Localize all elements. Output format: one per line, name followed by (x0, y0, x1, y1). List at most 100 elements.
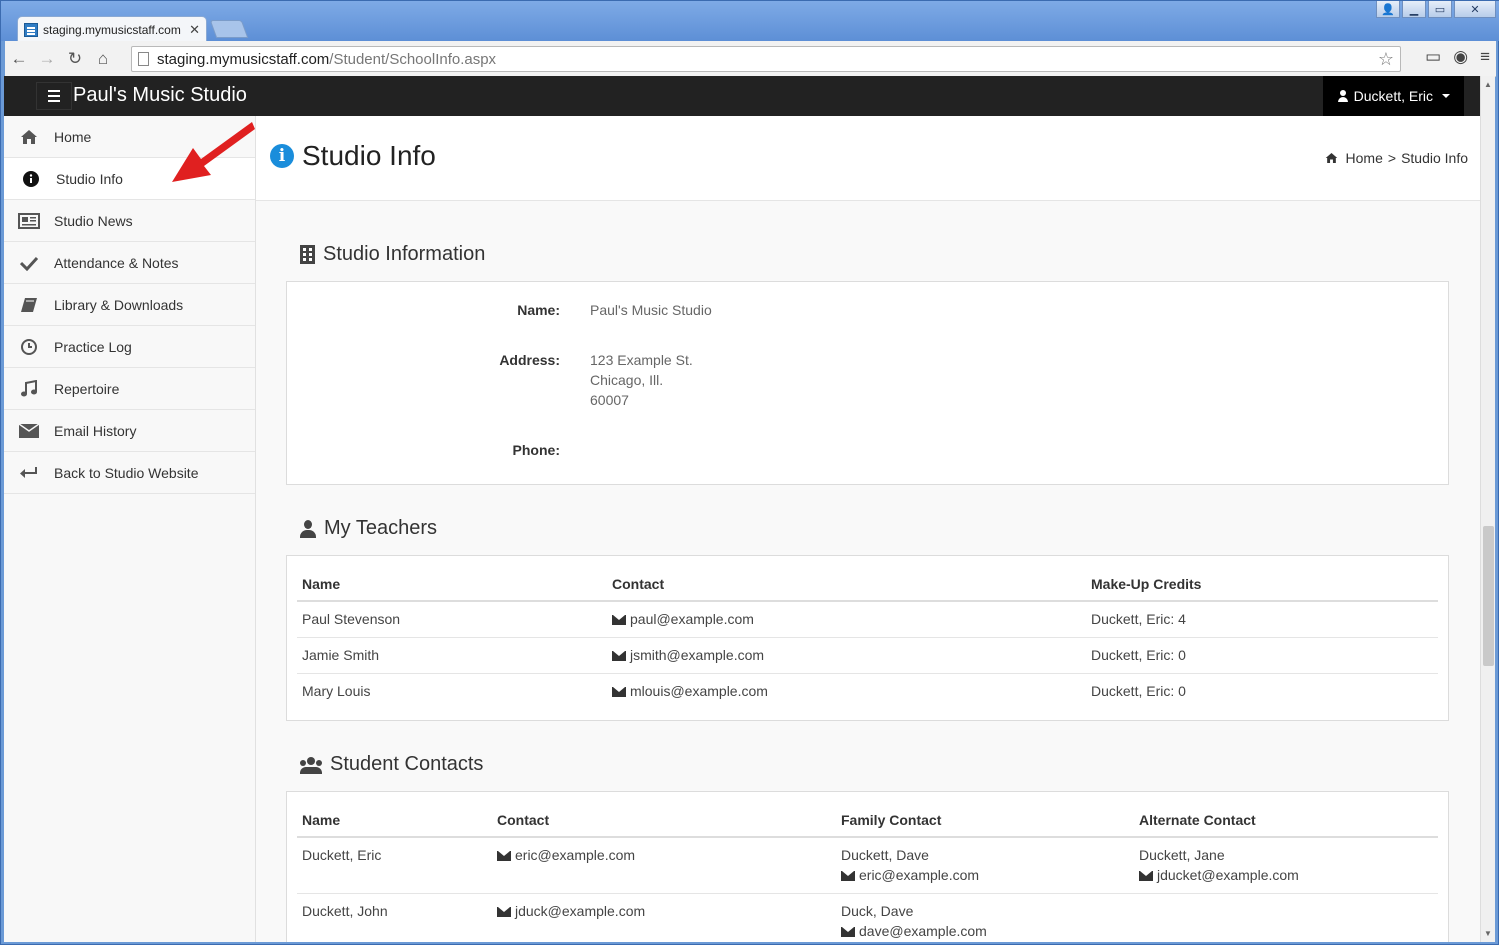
studio-information-panel: Name: Paul's Music Studio Address: 123 E… (286, 281, 1449, 485)
alternate-contact-cell: Duckett, Jane jducket@example.com (1134, 837, 1438, 894)
envelope-icon (497, 907, 511, 917)
page-title-text: Studio Info (302, 140, 436, 171)
student-contacts-heading: Student Contacts (300, 753, 483, 776)
address-line-1: 123 Example St. (590, 352, 693, 368)
sidebar-item-back-to-website[interactable]: Back to Studio Website (4, 452, 255, 494)
top-navbar: Paul's Music Studio Duckett, Eric (4, 76, 1480, 116)
teacher-name: Paul Stevenson (297, 601, 607, 638)
page-title: i Studio Info (270, 140, 436, 172)
sidebar-item-label: Studio News (54, 212, 133, 229)
address-line-2: Chicago, Ill. (590, 372, 664, 388)
sidebar-item-repertoire[interactable]: Repertoire (4, 368, 255, 410)
contact-email-cell: jduck@example.com (492, 893, 836, 942)
sidebar-item-label: Attendance & Notes (54, 254, 179, 271)
sidebar-item-label: Email History (54, 422, 137, 439)
teachers-table: Name Contact Make-Up Credits Paul Steven… (297, 568, 1438, 709)
cast-icon[interactable]: ▭ (1425, 47, 1441, 67)
contact-email-cell: eric@example.com (492, 837, 836, 894)
minimize-button[interactable]: ▁ (1402, 1, 1426, 18)
new-tab-button[interactable] (209, 20, 249, 38)
page-header: i Studio Info Home > Studio Info (256, 116, 1480, 201)
alternate-contact-name: Duckett, Jane (1139, 847, 1225, 863)
alternate-contact-cell (1134, 893, 1438, 942)
family-contact-email-link[interactable]: eric@example.com (859, 867, 979, 883)
incognito-icon[interactable]: ◉ (1453, 47, 1468, 67)
clock-icon (18, 338, 40, 356)
tab-close-icon[interactable]: ✕ (189, 22, 200, 38)
tab-title: staging.mymusicstaff.com (43, 22, 181, 37)
teacher-email-link[interactable]: paul@example.com (630, 611, 754, 627)
my-teachers-heading: My Teachers (300, 517, 437, 540)
sidebar-item-studio-news[interactable]: Studio News (4, 200, 255, 242)
checkmark-icon (18, 254, 40, 272)
contacts-col-alternate: Alternate Contact (1134, 804, 1438, 838)
sidebar-item-email-history[interactable]: Email History (4, 410, 255, 452)
book-icon (18, 296, 40, 314)
caret-down-icon (1442, 94, 1450, 98)
address-line-3: 60007 (590, 392, 629, 408)
page-scrollbar[interactable]: ▲ ▼ (1480, 76, 1495, 942)
scroll-up-arrow-icon[interactable]: ▲ (1484, 80, 1492, 89)
group-icon (300, 756, 322, 774)
alternate-contact-email-link[interactable]: jducket@example.com (1157, 867, 1299, 883)
teachers-col-contact: Contact (607, 568, 1086, 602)
sidebar-item-practice-log[interactable]: Practice Log (4, 326, 255, 368)
table-row: Jamie Smith jsmith@example.com Duckett, … (297, 637, 1438, 674)
user-menu-button[interactable]: Duckett, Eric (1322, 76, 1464, 116)
contact-name: Duckett, Eric (297, 837, 492, 894)
table-row: Duckett, John jduck@example.com Duck, Da… (297, 893, 1438, 942)
student-contacts-heading-text: Student Contacts (330, 753, 484, 775)
bookmark-star-icon[interactable]: ☆ (1378, 49, 1394, 70)
menu-icon[interactable]: ≡ (1480, 47, 1490, 67)
window-controls: 👤 ▁ ▭ ✕ (1376, 1, 1496, 18)
brand-title[interactable]: Paul's Music Studio (73, 84, 247, 107)
family-contact-name: Duck, Dave (841, 903, 914, 919)
sidebar-item-label: Back to Studio Website (54, 464, 199, 481)
family-contact-email-link[interactable]: dave@example.com (859, 923, 987, 939)
user-icon (1337, 90, 1349, 102)
contact-name: Duckett, John (297, 893, 492, 942)
teacher-credits: Duckett, Eric: 0 (1091, 683, 1186, 699)
table-row: Paul Stevenson paul@example.com Duckett,… (297, 601, 1438, 638)
home-button-icon[interactable]: ⌂ (89, 49, 117, 69)
breadcrumb-home-link[interactable]: Home (1346, 150, 1383, 166)
table-row: Duckett, Eric eric@example.com Duckett, … (297, 837, 1438, 894)
studio-information-heading-text: Studio Information (323, 243, 486, 265)
music-note-icon (18, 379, 40, 398)
reload-icon[interactable]: ↻ (61, 49, 89, 69)
scrollbar-thumb[interactable] (1483, 526, 1494, 666)
contact-email-link[interactable]: jduck@example.com (515, 903, 645, 919)
hamburger-menu-icon[interactable] (36, 82, 72, 110)
teacher-contact: jsmith@example.com (607, 637, 1086, 674)
breadcrumb-home-icon (1325, 152, 1337, 164)
contact-email-link[interactable]: eric@example.com (515, 847, 635, 863)
favicon-icon (24, 22, 38, 37)
table-row: Mary Louis mlouis@example.com Duckett, E… (297, 674, 1438, 710)
sidebar-item-attendance[interactable]: Attendance & Notes (4, 242, 255, 284)
user-icon (300, 519, 316, 538)
contacts-col-name: Name (297, 804, 492, 838)
teacher-name: Jamie Smith (297, 637, 607, 674)
envelope-icon (497, 851, 511, 861)
teacher-email-link[interactable]: mlouis@example.com (630, 683, 768, 699)
main-content: i Studio Info Home > Studio Info Studio … (256, 116, 1480, 942)
forward-arrow-icon[interactable]: → (33, 49, 61, 69)
scroll-down-arrow-icon[interactable]: ▼ (1484, 929, 1492, 938)
envelope-icon (1139, 871, 1153, 881)
browser-tab[interactable]: staging.mymusicstaff.com ✕ (17, 16, 207, 42)
breadcrumb: Home > Studio Info (1325, 150, 1468, 166)
studio-information-heading: Studio Information (300, 243, 485, 266)
sidebar-item-library[interactable]: Library & Downloads (4, 284, 255, 326)
maximize-button[interactable]: ▭ (1428, 1, 1452, 18)
family-contact-cell: Duck, Dave dave@example.com (836, 893, 1134, 942)
teacher-email-link[interactable]: jsmith@example.com (630, 647, 764, 663)
teachers-col-credits: Make-Up Credits (1086, 568, 1438, 602)
url-path: /Student/SchoolInfo.aspx (329, 50, 497, 68)
address-bar[interactable]: staging.mymusicstaff.com/Student/SchoolI… (131, 46, 1401, 72)
profile-icon[interactable]: 👤 (1376, 1, 1400, 18)
sidebar: Home Studio Info Studio News Attendance … (4, 116, 256, 942)
back-arrow-icon[interactable]: ← (5, 49, 33, 69)
teachers-col-name: Name (297, 568, 607, 602)
close-window-button[interactable]: ✕ (1454, 1, 1496, 18)
newspaper-icon (18, 212, 40, 230)
